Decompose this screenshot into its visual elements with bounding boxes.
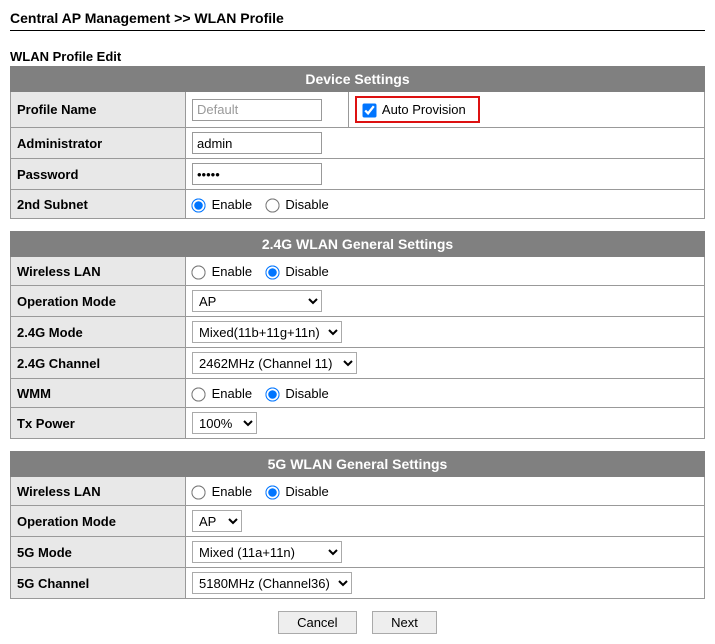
subnet-enable-text: Enable — [212, 197, 252, 212]
wlan24-wmm-label: WMM — [11, 379, 186, 408]
wlan24-txpower-label: Tx Power — [11, 408, 186, 439]
wlan5-wireless-enable-option[interactable]: Enable — [192, 484, 256, 499]
device-settings-table: Device Settings Profile Name Auto Provis… — [10, 66, 705, 219]
wlan24-mode-label: 2.4G Mode — [11, 317, 186, 348]
wlan5-mode-select[interactable]: Mixed (11a+11n) — [192, 541, 342, 563]
wlan5-channel-label: 5G Channel — [11, 568, 186, 599]
subnet-enable-option[interactable]: Enable — [192, 197, 256, 212]
wlan5-opmode-label: Operation Mode — [11, 506, 186, 537]
wlan24-wireless-enable-option[interactable]: Enable — [192, 264, 256, 279]
wlan24-opmode-select[interactable]: AP — [192, 290, 322, 312]
wlan5-wireless-enable-text: Enable — [212, 484, 252, 499]
subnet-enable-radio[interactable] — [191, 198, 205, 212]
device-settings-header: Device Settings — [11, 67, 705, 92]
wlan24-wireless-disable-text: Disable — [285, 264, 328, 279]
wlan5-wireless-enable-radio[interactable] — [191, 485, 205, 499]
wlan24-opmode-label: Operation Mode — [11, 286, 186, 317]
cancel-button[interactable]: Cancel — [278, 611, 356, 634]
wlan5-wireless-disable-radio[interactable] — [265, 485, 279, 499]
wlan5-channel-select[interactable]: 5180MHz (Channel36) — [192, 572, 352, 594]
subnet-disable-radio[interactable] — [265, 198, 279, 212]
wlan24-channel-label: 2.4G Channel — [11, 348, 186, 379]
profile-name-label: Profile Name — [11, 92, 186, 128]
wlan24-wmm-disable-option[interactable]: Disable — [266, 386, 329, 401]
wlan24-txpower-select[interactable]: 100% — [192, 412, 257, 434]
subnet-disable-option[interactable]: Disable — [266, 197, 329, 212]
password-label: Password — [11, 159, 186, 190]
wlan5-wireless-disable-text: Disable — [285, 484, 328, 499]
wlan24-wmm-enable-text: Enable — [212, 386, 252, 401]
wlan24-mode-select[interactable]: Mixed(11b+11g+11n) — [192, 321, 342, 343]
next-button[interactable]: Next — [372, 611, 437, 634]
wlan24-wireless-enable-radio[interactable] — [191, 265, 205, 279]
wlan24-header: 2.4G WLAN General Settings — [11, 232, 705, 257]
wlan5-mode-label: 5G Mode — [11, 537, 186, 568]
breadcrumb: Central AP Management >> WLAN Profile — [10, 10, 705, 31]
wlan24-wmm-disable-radio[interactable] — [265, 387, 279, 401]
wlan24-wmm-enable-option[interactable]: Enable — [192, 386, 256, 401]
wlan24-wireless-enable-text: Enable — [212, 264, 252, 279]
wlan24-wireless-label: Wireless LAN — [11, 257, 186, 286]
profile-name-input[interactable] — [192, 99, 322, 121]
auto-provision-checkbox[interactable] — [362, 103, 376, 117]
subnet-disable-text: Disable — [285, 197, 328, 212]
wlan5-opmode-select[interactable]: AP — [192, 510, 242, 532]
wlan24-table: 2.4G WLAN General Settings Wireless LAN … — [10, 231, 705, 439]
wlan5-wireless-label: Wireless LAN — [11, 477, 186, 506]
wlan24-wireless-disable-radio[interactable] — [265, 265, 279, 279]
wlan5-wireless-disable-option[interactable]: Disable — [266, 484, 329, 499]
auto-provision-control[interactable]: Auto Provision — [363, 102, 466, 117]
wlan5-table: 5G WLAN General Settings Wireless LAN En… — [10, 451, 705, 599]
administrator-label: Administrator — [11, 128, 186, 159]
wlan24-wireless-disable-option[interactable]: Disable — [266, 264, 329, 279]
auto-provision-label: Auto Provision — [382, 102, 466, 117]
subnet-label: 2nd Subnet — [11, 190, 186, 219]
wlan24-wmm-disable-text: Disable — [285, 386, 328, 401]
password-input[interactable] — [192, 163, 322, 185]
wlan5-header: 5G WLAN General Settings — [11, 452, 705, 477]
administrator-input[interactable] — [192, 132, 322, 154]
auto-provision-highlight: Auto Provision — [355, 96, 480, 123]
wlan24-channel-select[interactable]: 2462MHz (Channel 11) — [192, 352, 357, 374]
button-row: Cancel Next — [10, 611, 705, 634]
wlan24-wmm-enable-radio[interactable] — [191, 387, 205, 401]
page-title: WLAN Profile Edit — [10, 49, 705, 64]
